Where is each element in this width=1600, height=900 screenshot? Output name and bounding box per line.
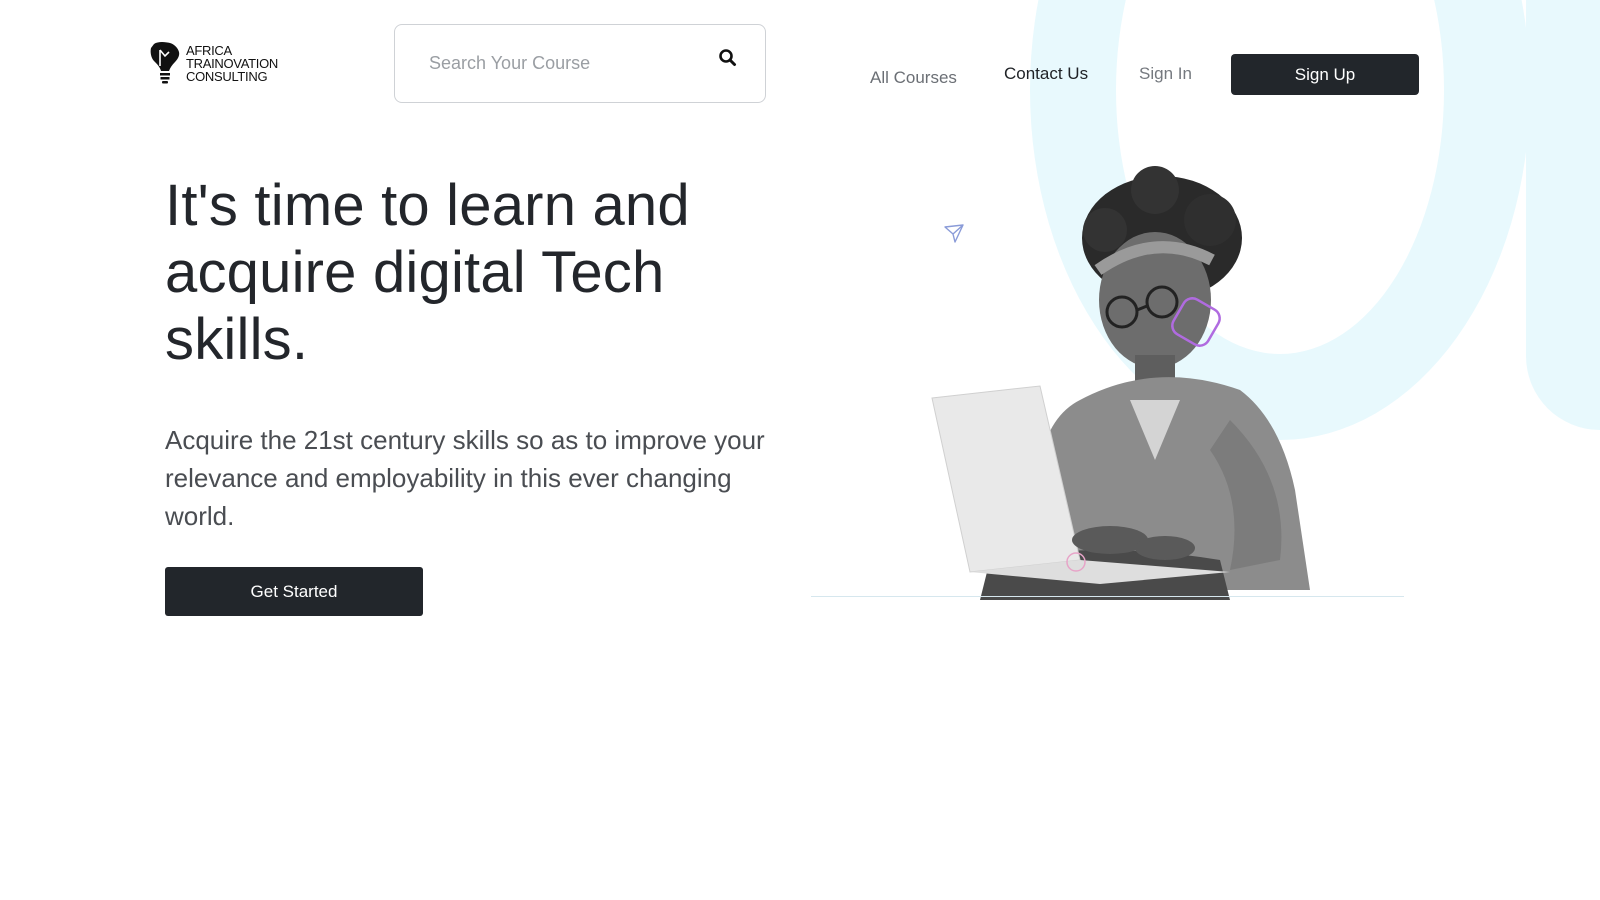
landing-page: AFRICA TRAINOVATION CONSULTING All Cours… [0, 0, 1600, 900]
search-input[interactable] [427, 42, 701, 85]
nav-sign-in[interactable]: Sign In [1139, 64, 1192, 84]
africa-bulb-icon [150, 42, 180, 84]
hero-title: It's time to learn and acquire digital T… [165, 173, 690, 372]
brand-line-3: CONSULTING [186, 68, 268, 84]
brand-line-2: TRAINOVATION [186, 55, 278, 71]
illustration-baseline [811, 596, 1404, 597]
nav-all-courses[interactable]: All Courses [870, 68, 957, 88]
search-icon[interactable] [717, 47, 739, 69]
hero-subtitle: Acquire the 21st century skills so as to… [165, 425, 765, 531]
brand-line-1: AFRICA [186, 42, 232, 58]
course-search [394, 24, 766, 103]
woman-with-laptop-illustration [931, 166, 1310, 600]
brand-name: AFRICA TRAINOVATION CONSULTING [186, 44, 278, 83]
get-started-button[interactable]: Get Started [165, 567, 423, 616]
brand-logo[interactable]: AFRICA TRAINOVATION CONSULTING [148, 40, 278, 86]
decorative-ring-edge [1526, 0, 1600, 430]
sign-up-button[interactable]: Sign Up [1231, 54, 1419, 95]
nav-contact-us[interactable]: Contact Us [1004, 64, 1088, 84]
